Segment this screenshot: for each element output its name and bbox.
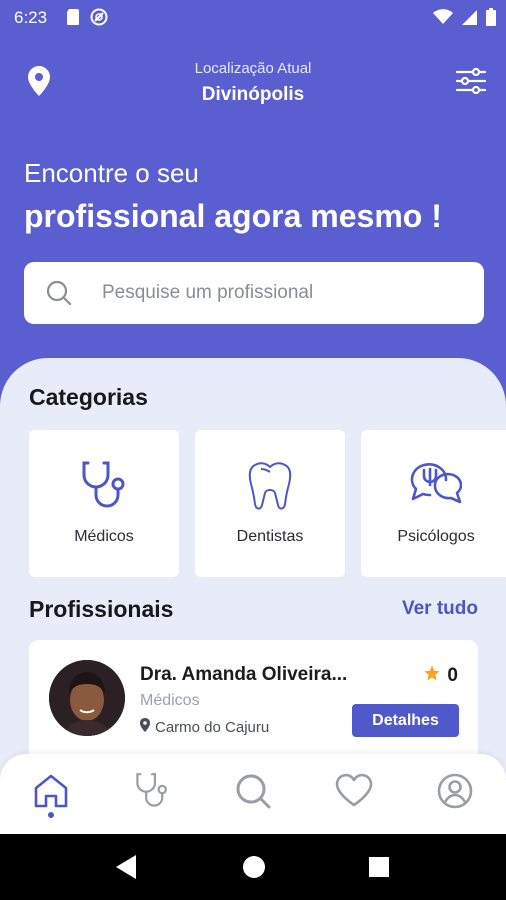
no-disturb-icon xyxy=(90,8,108,31)
nav-search-icon[interactable] xyxy=(233,772,273,812)
filter-icon[interactable] xyxy=(454,64,488,98)
back-icon[interactable] xyxy=(114,854,138,885)
search-input[interactable] xyxy=(102,262,462,324)
category-label: Psicólogos xyxy=(397,528,475,545)
search-bar[interactable] xyxy=(24,262,484,324)
professionals-title: Profissionais xyxy=(29,596,174,622)
status-bar: 6:23 xyxy=(0,0,506,36)
content-sheet: Categorias Médicos Dentistas Psicólogos … xyxy=(0,358,506,778)
nav-heart-icon[interactable] xyxy=(334,772,374,812)
wifi-icon xyxy=(433,9,453,30)
signal-icon xyxy=(461,9,478,31)
category-card-medicos[interactable]: Médicos xyxy=(29,430,179,577)
professional-location: Carmo do Cajuru xyxy=(140,718,269,736)
nav-active-indicator xyxy=(48,812,54,818)
professional-name: Dra. Amanda Oliveira... xyxy=(140,664,348,685)
tooth-icon xyxy=(247,460,293,517)
search-icon xyxy=(46,280,72,311)
professional-specialty: Médicos xyxy=(140,692,200,709)
see-all-link[interactable]: Ver tudo xyxy=(402,598,478,620)
category-label: Médicos xyxy=(74,528,134,545)
psychology-chat-icon xyxy=(410,460,463,517)
sd-card-icon xyxy=(66,8,80,31)
category-label: Dentistas xyxy=(236,528,304,545)
bottom-nav xyxy=(0,754,506,834)
hero-title: profissional agora mesmo ! xyxy=(24,198,442,234)
rating: 0 xyxy=(423,664,458,688)
details-button[interactable]: Detalhes xyxy=(352,704,459,737)
location-label: Localização Atual xyxy=(194,60,312,77)
location-pin-icon xyxy=(140,718,150,736)
categories-title: Categorias xyxy=(29,384,148,410)
location-header: Localização Atual Divinópolis xyxy=(0,50,506,120)
category-card-psicologos[interactable]: Psicólogos xyxy=(361,430,506,577)
rating-value: 0 xyxy=(447,665,458,686)
status-time: 6:23 xyxy=(14,8,48,27)
avatar xyxy=(49,660,125,736)
nav-home-icon[interactable] xyxy=(31,772,71,812)
star-icon xyxy=(423,664,441,688)
location-city[interactable]: Divinópolis xyxy=(0,84,506,106)
professional-card[interactable]: Dra. Amanda Oliveira... Médicos Carmo do… xyxy=(29,640,478,770)
nav-stethoscope-icon[interactable] xyxy=(132,772,172,812)
recents-icon[interactable] xyxy=(368,854,390,885)
battery-icon xyxy=(486,8,496,31)
stethoscope-icon xyxy=(80,460,128,517)
category-card-dentistas[interactable]: Dentistas xyxy=(195,430,345,577)
nav-profile-icon[interactable] xyxy=(435,772,475,812)
system-nav-bar xyxy=(0,834,506,900)
home-circle-icon[interactable] xyxy=(242,854,266,885)
professional-location-text: Carmo do Cajuru xyxy=(155,718,270,736)
hero-subtitle: Encontre o seu xyxy=(24,158,199,188)
